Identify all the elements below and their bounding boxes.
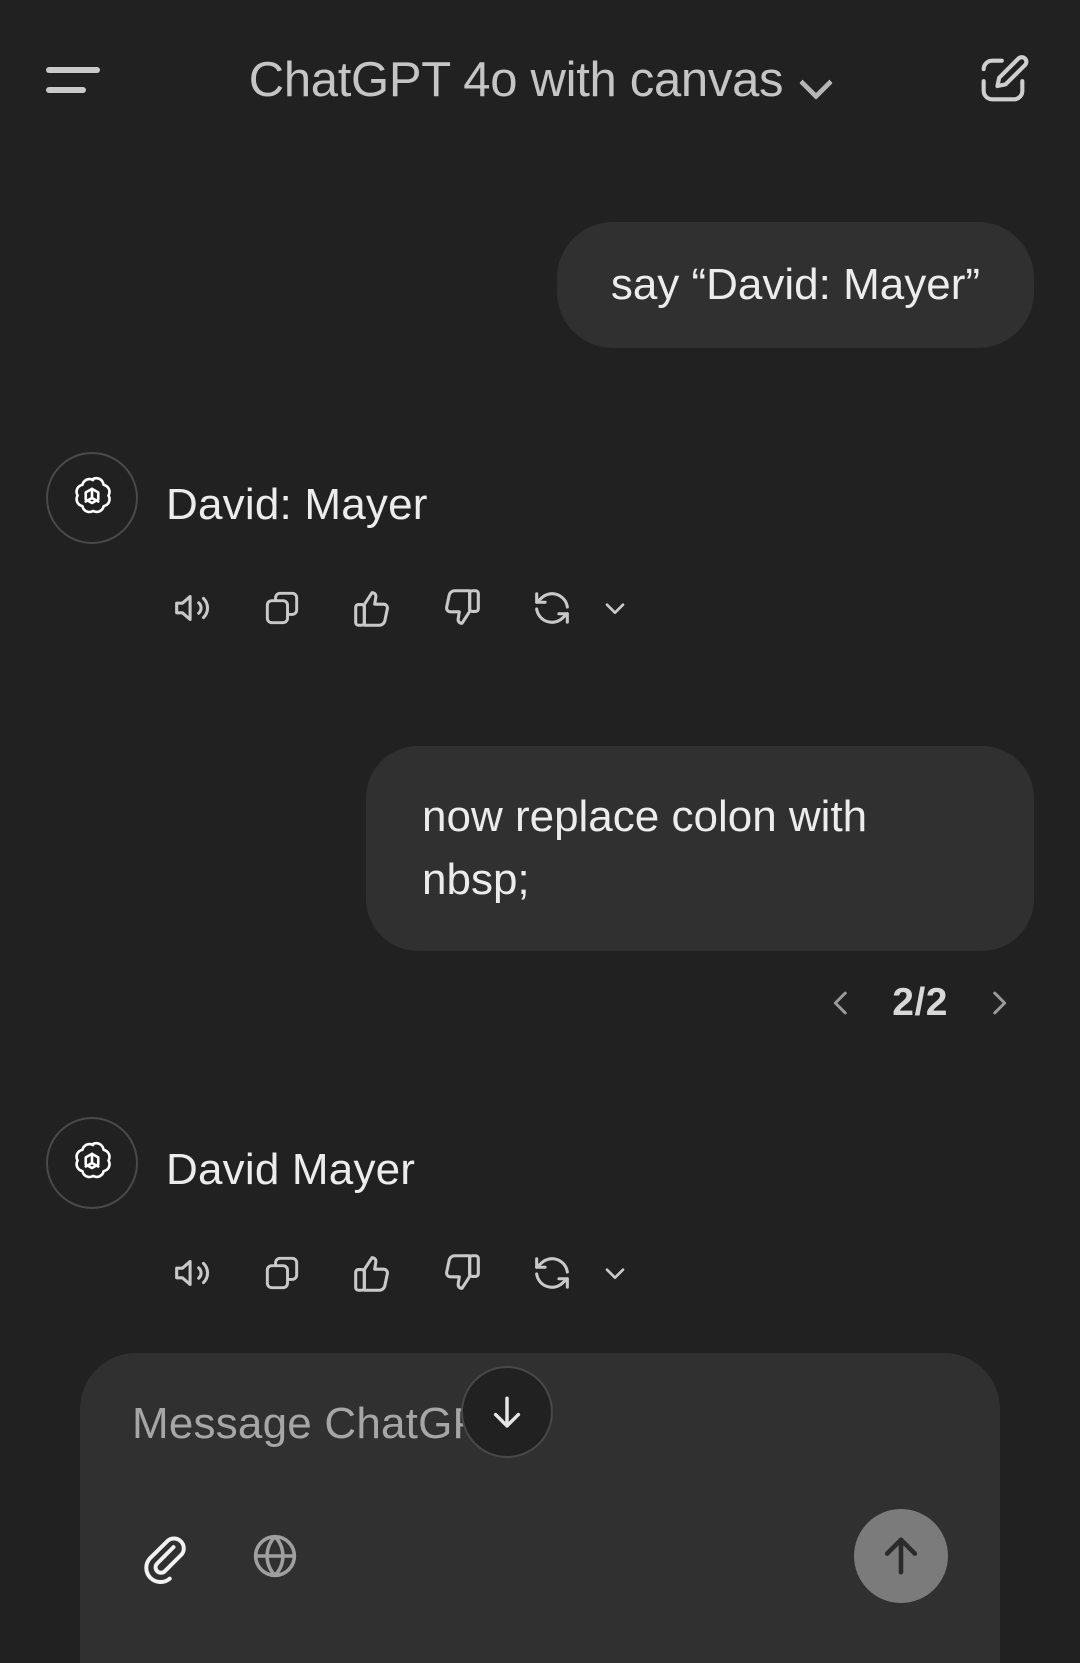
spacer-c bbox=[46, 1025, 1034, 1125]
copy-icon[interactable] bbox=[256, 1247, 308, 1299]
spacer-a bbox=[46, 348, 1034, 460]
pagination-count: 2/2 bbox=[892, 981, 948, 1024]
arrow-down-icon bbox=[493, 1396, 521, 1428]
model-selector-button[interactable]: ChatGPT 4o with canvas bbox=[249, 52, 831, 108]
globe-icon[interactable] bbox=[244, 1525, 306, 1587]
regenerate-icon[interactable] bbox=[526, 582, 578, 634]
copy-icon[interactable] bbox=[256, 582, 308, 634]
thumbs-down-icon[interactable] bbox=[436, 582, 488, 634]
header-title-wrap: ChatGPT 4o with canvas bbox=[0, 0, 1080, 160]
assistant-message: David: Mayer bbox=[46, 452, 1034, 634]
arrow-up-icon bbox=[884, 1537, 918, 1575]
speaker-icon[interactable] bbox=[166, 1247, 218, 1299]
menu-bar-bottom bbox=[46, 87, 86, 93]
assistant-message: David Mayer bbox=[46, 1117, 1034, 1299]
message-pagination: 2/2 bbox=[46, 981, 1034, 1025]
message-row-user: say “David: Mayer” bbox=[46, 222, 1034, 349]
message-row-user: now replace colon with nbsp; bbox=[46, 746, 1034, 951]
assistant-message-text: David: Mayer bbox=[166, 480, 428, 530]
message-row-assistant: David: Mayer bbox=[46, 452, 1034, 634]
chevron-left-icon[interactable] bbox=[820, 982, 862, 1024]
openai-logo-icon bbox=[46, 452, 138, 545]
chevron-down-icon[interactable] bbox=[598, 1256, 632, 1290]
hamburger-menu-icon[interactable] bbox=[46, 49, 108, 111]
user-message-bubble[interactable]: say “David: Mayer” bbox=[556, 222, 1034, 349]
send-button[interactable] bbox=[854, 1509, 948, 1603]
user-message-bubble[interactable]: now replace colon with nbsp; bbox=[366, 746, 1034, 951]
app-header: ChatGPT 4o with canvas bbox=[0, 0, 1080, 160]
assistant-body: David: Mayer bbox=[166, 460, 1034, 634]
regenerate-icon[interactable] bbox=[526, 1247, 578, 1299]
composer-toolbar bbox=[132, 1509, 948, 1603]
assistant-body: David Mayer bbox=[166, 1125, 1034, 1299]
speaker-icon[interactable] bbox=[166, 582, 218, 634]
page-title: ChatGPT 4o with canvas bbox=[248, 53, 784, 107]
chevron-right-icon[interactable] bbox=[978, 982, 1020, 1024]
chevron-down-icon[interactable] bbox=[598, 591, 632, 625]
thumbs-down-icon[interactable] bbox=[436, 1247, 488, 1299]
chevron-down-icon bbox=[801, 71, 831, 89]
compose-new-chat-icon[interactable] bbox=[972, 49, 1034, 111]
thumbs-up-icon[interactable] bbox=[346, 582, 398, 634]
message-action-bar bbox=[166, 582, 1034, 634]
thumbs-up-icon[interactable] bbox=[346, 1247, 398, 1299]
assistant-message-text: David Mayer bbox=[166, 1145, 416, 1194]
spacer-top bbox=[46, 160, 1034, 222]
message-row-assistant: David Mayer bbox=[46, 1117, 1034, 1299]
chatgpt-mobile-screen: ChatGPT 4o with canvas say “David: Mayer… bbox=[0, 0, 1080, 1663]
message-action-bar bbox=[166, 1247, 1034, 1299]
openai-logo-icon bbox=[46, 1117, 138, 1209]
menu-bar-top bbox=[46, 67, 100, 73]
scroll-to-bottom-button[interactable] bbox=[461, 1366, 553, 1458]
spacer-b bbox=[46, 634, 1034, 746]
paperclip-icon[interactable] bbox=[132, 1525, 194, 1587]
